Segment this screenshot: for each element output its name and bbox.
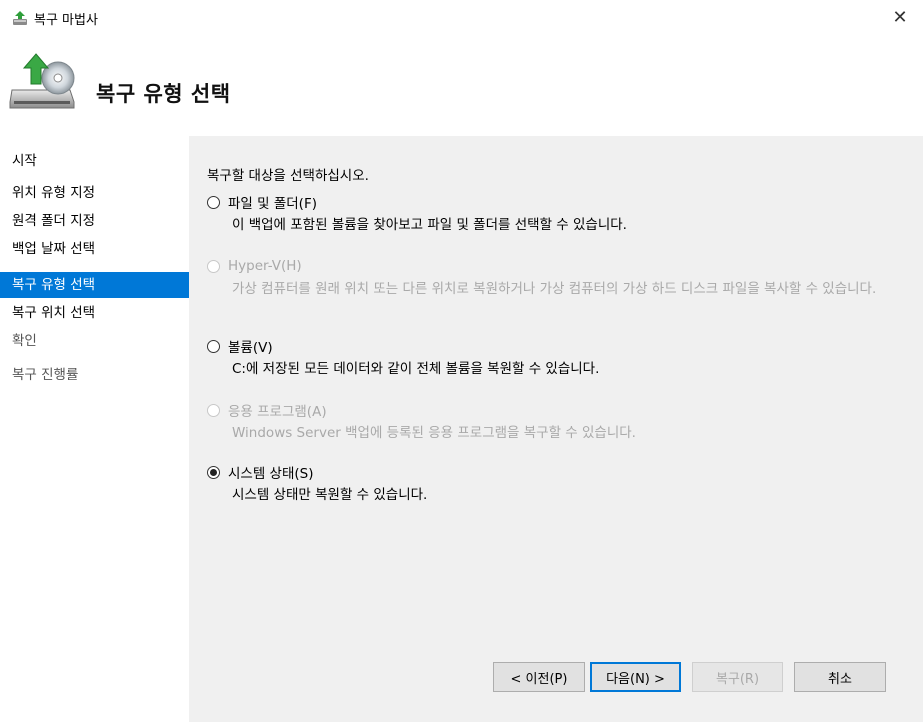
option-description: 시스템 상태만 복원할 수 있습니다. [232, 487, 428, 503]
option-description: 가상 컴퓨터를 원래 위치 또는 다른 위치로 복원하거나 가상 컴퓨터의 가상… [232, 281, 877, 297]
option-system-state[interactable]: 시스템 상태(S) 시스템 상태만 복원할 수 있습니다. [207, 462, 907, 505]
option-application: 응용 프로그램(A) Windows Server 백업에 등록된 응용 프로그… [207, 400, 907, 443]
page-title: 복구 유형 선택 [96, 82, 231, 106]
close-button[interactable]: ✕ [877, 0, 923, 34]
step-remote-folder[interactable]: 원격 폴더 지정 [0, 208, 189, 234]
prompt-text: 복구할 대상을 선택하십시오. [207, 168, 369, 184]
wizard-header: 복구 유형 선택 [0, 34, 923, 136]
recover-button: 복구(R) [692, 662, 783, 692]
option-files-folders[interactable]: 파일 및 폴더(F) 이 백업에 포함된 볼륨을 찾아보고 파일 및 폴더를 선… [207, 192, 907, 235]
radio-hyperv [207, 259, 220, 273]
step-progress: 복구 진행률 [12, 367, 79, 383]
step-recovery-location[interactable]: 복구 위치 선택 [0, 300, 189, 326]
radio-volume[interactable] [207, 339, 220, 353]
button-bar: < 이전(P) 다음(N) > 복구(R) 취소 [189, 636, 923, 722]
option-description: 이 백업에 포함된 볼륨을 찾아보고 파일 및 폴더를 선택할 수 있습니다. [232, 217, 627, 233]
option-description: C:에 저장된 모든 데이터와 같이 전체 볼륨을 복원할 수 있습니다. [232, 361, 600, 377]
close-icon: ✕ [892, 6, 908, 28]
title-bar: 복구 마법사 ✕ [0, 0, 923, 34]
step-start[interactable]: 시작 [0, 148, 189, 174]
step-location-type[interactable]: 위치 유형 지정 [0, 180, 189, 206]
option-label[interactable]: 볼륨(V) [228, 336, 273, 356]
radio-system-state[interactable] [207, 465, 220, 479]
option-hyperv: Hyper-V(H) 가상 컴퓨터를 원래 위치 또는 다른 위치로 복원하거나… [207, 256, 907, 299]
wizard-app-icon [13, 11, 27, 25]
option-volume[interactable]: 볼륨(V) C:에 저장된 모든 데이터와 같이 전체 볼륨을 복원할 수 있습… [207, 336, 907, 379]
cancel-button[interactable]: 취소 [794, 662, 886, 692]
window-title: 복구 마법사 [34, 13, 98, 28]
step-backup-date[interactable]: 백업 날짜 선택 [0, 236, 189, 262]
wizard-steps-sidebar: 시작 위치 유형 지정 원격 폴더 지정 백업 날짜 선택 복구 유형 선택 복… [0, 136, 189, 722]
step-confirm: 확인 [12, 333, 37, 349]
main-content: 복구할 대상을 선택하십시오. 파일 및 폴더(F) 이 백업에 포함된 볼륨을… [189, 136, 923, 722]
option-description: Windows Server 백업에 등록된 응용 프로그램을 복구할 수 있습… [232, 425, 636, 441]
radio-application [207, 403, 220, 417]
step-recovery-type[interactable]: 복구 유형 선택 [0, 272, 189, 298]
option-label[interactable]: 파일 및 폴더(F) [228, 192, 317, 212]
option-label: 응용 프로그램(A) [228, 404, 327, 420]
radio-files-folders[interactable] [207, 195, 220, 209]
option-label: Hyper-V(H) [228, 258, 302, 274]
backup-restore-icon [9, 53, 75, 109]
next-button[interactable]: 다음(N) > [590, 662, 681, 692]
back-button[interactable]: < 이전(P) [493, 662, 585, 692]
option-label[interactable]: 시스템 상태(S) [228, 462, 314, 482]
